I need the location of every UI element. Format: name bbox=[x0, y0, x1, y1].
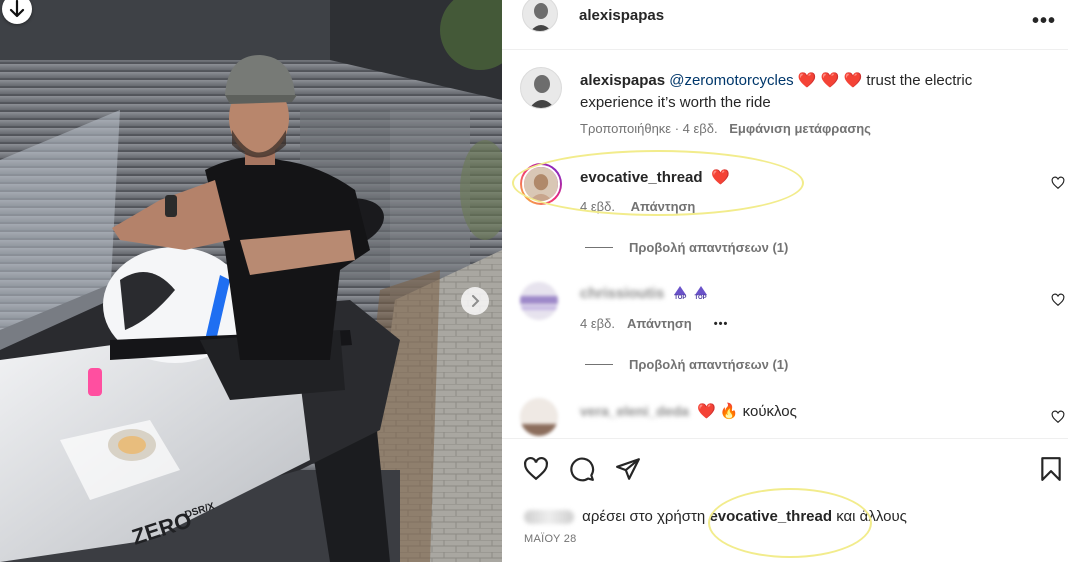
like-comment-heart-icon[interactable] bbox=[1051, 176, 1065, 190]
chevron-right-icon bbox=[472, 295, 480, 307]
liker-avatars[interactable] bbox=[524, 510, 574, 525]
view-replies-label: Προβολή απαντήσεων (1) bbox=[629, 240, 789, 255]
comment-3: vera_eleni_deda ❤️ 🔥 κούκλος bbox=[580, 402, 797, 420]
view-replies-label: Προβολή απαντήσεων (1) bbox=[629, 357, 789, 372]
photo-scene: ZERO DSR/X bbox=[0, 0, 502, 562]
post-date: ΜΑΪΟΥ 28 bbox=[524, 533, 577, 545]
caption-author-avatar[interactable] bbox=[520, 67, 562, 109]
likes-suffix-link[interactable]: και άλλους bbox=[836, 508, 907, 525]
view-replies-button[interactable]: Προβολή απαντήσεων (1) bbox=[585, 240, 788, 255]
avatar-photo-icon bbox=[520, 398, 558, 436]
caption-edited-time: Τροποποιήθηκε · 4 εβδ. bbox=[580, 121, 718, 136]
author-username[interactable]: alexispapas bbox=[579, 7, 664, 24]
post-side-panel: alexispapas ••• alexispapas @zeromotorcy… bbox=[502, 0, 1068, 562]
next-photo-button[interactable] bbox=[461, 287, 489, 315]
post-header: alexispapas ••• bbox=[502, 0, 1068, 50]
reply-button[interactable]: Απάντηση bbox=[631, 199, 696, 214]
avatar-photo-icon bbox=[523, 0, 557, 31]
avatar-photo-icon bbox=[521, 68, 561, 108]
comment-time: 4 εβδ. bbox=[580, 199, 615, 214]
caption-author[interactable]: alexispapas bbox=[580, 72, 665, 89]
comment-author[interactable]: evocative_thread bbox=[580, 169, 703, 186]
caption-meta: Τροποποιήθηκε · 4 εβδ. Εμφάνιση μετάφρασ… bbox=[580, 121, 871, 136]
caption-mention[interactable]: @zeromotorcycles bbox=[669, 72, 793, 89]
like-comment-heart-icon[interactable] bbox=[1051, 410, 1065, 424]
caption-text-line1: trust the electric bbox=[866, 72, 973, 89]
likes-prefix: αρέσει στο χρήστη bbox=[582, 508, 706, 525]
comment-avatar[interactable] bbox=[520, 398, 558, 436]
arrow-down-icon bbox=[9, 0, 25, 18]
top-badge-icon: TOP bbox=[694, 286, 707, 301]
comment-1: evocative_thread ❤️ bbox=[580, 168, 730, 187]
caption-hearts: ❤️ ❤️ ❤️ bbox=[797, 72, 863, 89]
caption: alexispapas @zeromotorcycles ❤️ ❤️ ❤️ tr… bbox=[580, 70, 1020, 114]
comment-author[interactable]: vera_eleni_deda bbox=[580, 403, 689, 419]
comment-avatar[interactable] bbox=[520, 282, 558, 320]
avatar-photo-icon bbox=[520, 282, 558, 320]
share-paper-plane-icon[interactable] bbox=[615, 456, 641, 482]
more-options-icon[interactable]: ••• bbox=[1032, 10, 1056, 33]
comment-2-meta: 4 εβδ. Απάντηση ••• bbox=[580, 316, 728, 331]
post-photo[interactable]: ZERO DSR/X bbox=[0, 0, 502, 562]
comment-text: ❤️ 🔥 κούκλος bbox=[696, 403, 797, 420]
comment-author[interactable]: chrissioutis bbox=[580, 285, 664, 302]
likes-summary: αρέσει στο χρήστη evocative_thread και ά… bbox=[524, 508, 907, 525]
avatar-photo-icon bbox=[522, 165, 560, 203]
comment-bubble-icon[interactable] bbox=[569, 456, 595, 482]
likes-user[interactable]: evocative_thread bbox=[709, 508, 832, 525]
top-badge-icon: TOP bbox=[674, 286, 686, 301]
comment-time: 4 εβδ. bbox=[580, 316, 615, 331]
comment-text: ❤️ bbox=[711, 169, 730, 186]
like-comment-heart-icon[interactable] bbox=[1051, 293, 1065, 307]
comment-1-meta: 4 εβδ. Απάντηση bbox=[580, 199, 695, 214]
comment-2: chrissioutis TOP TOP bbox=[580, 285, 707, 302]
caption-text-line2: experience it’s worth the ride bbox=[580, 94, 771, 111]
author-avatar[interactable] bbox=[522, 0, 558, 32]
view-replies-button[interactable]: Προβολή απαντήσεων (1) bbox=[585, 357, 788, 372]
reply-button[interactable]: Απάντηση bbox=[627, 316, 692, 331]
comment-options-icon[interactable]: ••• bbox=[714, 318, 729, 330]
replies-divider-line bbox=[585, 247, 613, 248]
save-bookmark-icon[interactable] bbox=[1038, 456, 1064, 482]
comment-avatar[interactable] bbox=[520, 163, 562, 205]
like-heart-icon[interactable] bbox=[523, 456, 549, 482]
replies-divider-line bbox=[585, 364, 613, 365]
see-translation-link[interactable]: Εμφάνιση μετάφρασης bbox=[729, 121, 871, 136]
